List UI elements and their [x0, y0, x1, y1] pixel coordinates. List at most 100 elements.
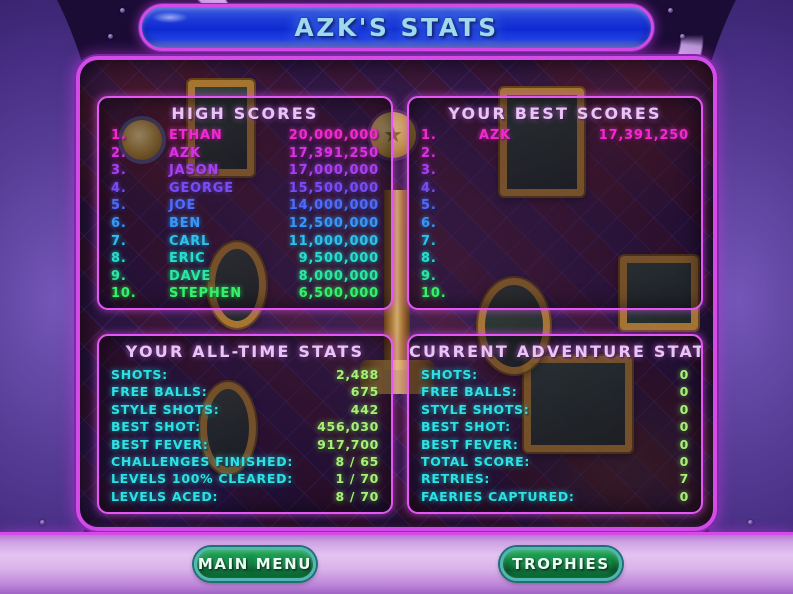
stat-value: 8 / 65: [335, 453, 379, 469]
panel-title-alltime-stats: YOUR ALL-TIME STATS: [125, 342, 365, 361]
stat-label: FREE BALLS:: [421, 384, 518, 400]
score-row: 7. CARL 11,000,000: [111, 234, 379, 252]
score-value: 6,500,000: [298, 286, 379, 302]
stat-value: 2,488: [335, 367, 379, 382]
stat-label: SHOTS:: [111, 367, 168, 382]
stat-label: FAERIES CAPTURED:: [421, 488, 575, 504]
stat-value: 0: [679, 384, 689, 400]
score-rank: 1.: [111, 128, 127, 143]
panel-high-scores: HIGH SCORES 1. ETHAN 20,000,000 2. AZK 17,391…: [97, 96, 393, 310]
score-value: 17,391,250: [598, 128, 689, 143]
score-row: 2.: [421, 146, 689, 164]
score-row: 4. GEORGE 15,500,000: [111, 181, 379, 199]
stat-value: 675: [350, 384, 379, 400]
stat-label: SHOTS:: [421, 367, 478, 382]
score-row: 10.: [421, 286, 689, 304]
score-row: 2. AZK 17,391,250: [111, 146, 379, 164]
stat-label: CHALLENGES FINISHED:: [111, 453, 294, 469]
score-rank: 9.: [421, 268, 437, 284]
stat-label: STYLE SHOTS:: [111, 401, 220, 417]
stat-row: SHOTS: 2,488: [111, 367, 379, 384]
stat-value: 0: [679, 436, 689, 452]
score-value: 14,000,000: [288, 198, 379, 214]
score-rank: 3.: [111, 163, 127, 179]
score-player-name: ETHAN: [169, 128, 223, 143]
score-rank: 8.: [421, 251, 437, 267]
score-value: 8,000,000: [298, 268, 379, 284]
panel-alltime-stats: YOUR ALL-TIME STATS SHOTS: 2,488 FREE BALL…: [97, 334, 393, 514]
stat-label: STYLE SHOTS:: [421, 401, 530, 417]
score-rank: 10.: [111, 286, 137, 302]
score-value: 17,000,000: [288, 163, 379, 179]
stat-label: BEST SHOT:: [111, 419, 201, 435]
score-value: 15,500,000: [288, 180, 379, 196]
trophies-button-label: TROPHIES: [512, 555, 610, 573]
stat-label: FREE BALLS:: [111, 384, 208, 400]
rivet: [668, 8, 673, 13]
score-row: 8.: [421, 251, 689, 269]
panel-adventure-stats: CURRENT ADVENTURE STATS SHOTS: 0 FREE BALL…: [407, 334, 703, 514]
stat-row: BEST FEVER: 917,700: [111, 437, 379, 454]
score-row: 8. ERIC 9,500,000: [111, 251, 379, 269]
score-player-name: GEORGE: [169, 180, 234, 196]
score-player-name: STEPHEN: [169, 286, 242, 302]
stat-label: BEST FEVER:: [421, 436, 519, 452]
main-menu-button-label: MAIN MENU: [197, 555, 313, 573]
score-rank: 7.: [421, 233, 437, 249]
score-row: 9.: [421, 269, 689, 287]
panel-title-high-scores: HIGH SCORES: [171, 104, 319, 123]
stat-label: RETRIES:: [421, 471, 491, 487]
stat-value: 442: [350, 401, 379, 417]
score-value: 12,500,000: [288, 215, 379, 231]
rivet: [108, 34, 113, 39]
score-rank: 4.: [111, 180, 127, 196]
stat-value: 0: [679, 401, 689, 417]
stat-value: 0: [679, 419, 689, 435]
stat-label: LEVELS 100% CLEARED:: [111, 471, 293, 487]
score-rank: 2.: [421, 145, 437, 161]
score-rank: 6.: [421, 215, 437, 231]
stat-value: 0: [679, 453, 689, 469]
page-title: AZK'S STATS: [294, 13, 499, 42]
score-rank: 1.: [421, 128, 437, 143]
stat-row: FREE BALLS: 0: [421, 384, 689, 401]
panel-title-adventure-stats: CURRENT ADVENTURE STATS: [409, 342, 703, 361]
game-stats-screen: AZK'S STATS HIGH SCORES 1. ETHAN 20,000,00…: [0, 0, 793, 594]
stat-row: STYLE SHOTS: 0: [421, 402, 689, 419]
stat-row: RETRIES: 7: [421, 471, 689, 488]
score-row: 5.: [421, 198, 689, 216]
stat-row: BEST SHOT: 456,030: [111, 419, 379, 436]
stat-label: TOTAL SCORE:: [421, 453, 531, 469]
score-rank: 5.: [421, 198, 437, 214]
score-row: 10. STEPHEN 6,500,000: [111, 286, 379, 304]
rivet: [40, 520, 45, 525]
trophies-button[interactable]: TROPHIES: [500, 547, 622, 581]
stats-board: HIGH SCORES 1. ETHAN 20,000,000 2. AZK 17,391…: [76, 56, 717, 531]
stat-value: 0: [679, 367, 689, 382]
stat-value: 8 / 70: [335, 488, 379, 504]
score-value: 9,500,000: [298, 251, 379, 267]
high-scores-list: 1. ETHAN 20,000,000 2. AZK 17,391,250 3. JASON 1…: [99, 128, 391, 304]
score-player-name: ERIC: [169, 251, 206, 267]
stat-value: 917,700: [317, 436, 379, 452]
stat-value: 0: [679, 488, 689, 504]
stat-row: BEST SHOT: 0: [421, 419, 689, 436]
score-player-name: DAVE: [169, 268, 212, 284]
score-rank: 9.: [111, 268, 127, 284]
stat-row: LEVELS ACED: 8 / 70: [111, 489, 379, 506]
score-player-name: JOE: [169, 198, 197, 214]
main-menu-button[interactable]: MAIN MENU: [194, 547, 316, 581]
stat-label: BEST SHOT:: [421, 419, 511, 435]
score-player-name: AZK: [479, 128, 511, 143]
score-row: 3. JASON 17,000,000: [111, 163, 379, 181]
score-rank: 4.: [421, 180, 437, 196]
panel-title-best-scores: YOUR BEST SCORES: [448, 104, 662, 123]
score-rank: 5.: [111, 198, 127, 214]
best-scores-list: 1. AZK 17,391,250 2. 3. 4. 5. 6. 7. 8. 9. 10.: [409, 128, 701, 304]
score-value: 11,000,000: [288, 233, 379, 249]
score-row: 6. BEN 12,500,000: [111, 216, 379, 234]
score-rank: 2.: [111, 145, 127, 161]
score-row: 5. JOE 14,000,000: [111, 198, 379, 216]
score-row: 3.: [421, 163, 689, 181]
score-rank: 7.: [111, 233, 127, 249]
